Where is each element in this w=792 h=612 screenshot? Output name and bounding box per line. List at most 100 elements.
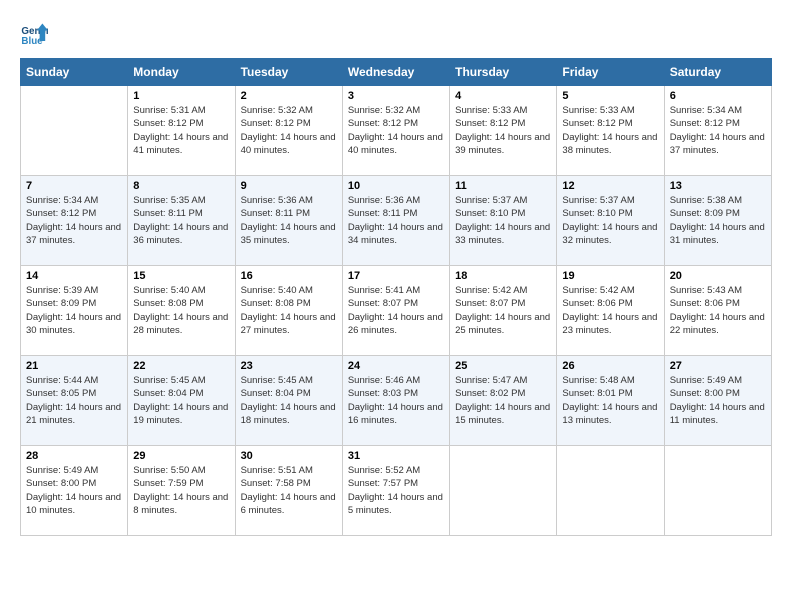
day-info: Sunrise: 5:32 AMSunset: 8:12 PMDaylight:… [348, 104, 444, 157]
logo: General Blue [20, 20, 52, 48]
calendar-cell: 18 Sunrise: 5:42 AMSunset: 8:07 PMDayligh… [450, 266, 557, 356]
day-info: Sunrise: 5:35 AMSunset: 8:11 PMDaylight:… [133, 194, 229, 247]
header-saturday: Saturday [664, 59, 771, 86]
day-info: Sunrise: 5:33 AMSunset: 8:12 PMDaylight:… [562, 104, 658, 157]
day-number: 5 [562, 90, 658, 102]
day-number: 12 [562, 180, 658, 192]
day-number: 14 [26, 270, 122, 282]
day-number: 6 [670, 90, 766, 102]
day-number: 26 [562, 360, 658, 372]
day-info: Sunrise: 5:44 AMSunset: 8:05 PMDaylight:… [26, 374, 122, 427]
page-header: General Blue [20, 20, 772, 48]
calendar-week-5: 28Sunrise: 5:49 AMSunset: 8:00 PMDayligh… [21, 446, 772, 536]
calendar-cell: 4 Sunrise: 5:33 AMSunset: 8:12 PMDaylight… [450, 86, 557, 176]
day-number: 22 [133, 360, 229, 372]
header-tuesday: Tuesday [235, 59, 342, 86]
calendar: SundayMondayTuesdayWednesdayThursdayFrid… [20, 58, 772, 536]
calendar-week-4: 21 Sunrise: 5:44 AMSunset: 8:05 PMDayligh… [21, 356, 772, 446]
day-info: Sunrise: 5:36 AMSunset: 8:11 PMDaylight:… [241, 194, 337, 247]
calendar-cell: 10 Sunrise: 5:36 AMSunset: 8:11 PMDayligh… [342, 176, 449, 266]
calendar-week-3: 14 Sunrise: 5:39 AMSunset: 8:09 PMDayligh… [21, 266, 772, 356]
day-info: Sunrise: 5:39 AMSunset: 8:09 PMDaylight:… [26, 284, 122, 337]
calendar-cell: 19Sunrise: 5:42 AMSunset: 8:06 PMDayligh… [557, 266, 664, 356]
day-info: Sunrise: 5:47 AMSunset: 8:02 PMDaylight:… [455, 374, 551, 427]
calendar-cell: 21 Sunrise: 5:44 AMSunset: 8:05 PMDayligh… [21, 356, 128, 446]
calendar-cell [557, 446, 664, 536]
day-number: 10 [348, 180, 444, 192]
day-number: 1 [133, 90, 229, 102]
calendar-cell [450, 446, 557, 536]
day-number: 24 [348, 360, 444, 372]
calendar-cell: 17 Sunrise: 5:41 AMSunset: 8:07 PMDayligh… [342, 266, 449, 356]
day-info: Sunrise: 5:42 AMSunset: 8:07 PMDaylight:… [455, 284, 551, 337]
calendar-cell: 15 Sunrise: 5:40 AMSunset: 8:08 PMDayligh… [128, 266, 235, 356]
header-monday: Monday [128, 59, 235, 86]
calendar-cell: 22 Sunrise: 5:45 AMSunset: 8:04 PMDayligh… [128, 356, 235, 446]
day-number: 2 [241, 90, 337, 102]
calendar-cell: 1 Sunrise: 5:31 AMSunset: 8:12 PMDaylight… [128, 86, 235, 176]
day-number: 16 [241, 270, 337, 282]
day-number: 20 [670, 270, 766, 282]
day-info: Sunrise: 5:43 AMSunset: 8:06 PMDaylight:… [670, 284, 766, 337]
calendar-cell: 28Sunrise: 5:49 AMSunset: 8:00 PMDayligh… [21, 446, 128, 536]
day-info: Sunrise: 5:41 AMSunset: 8:07 PMDaylight:… [348, 284, 444, 337]
calendar-cell: 27 Sunrise: 5:49 AMSunset: 8:00 PMDayligh… [664, 356, 771, 446]
day-info: Sunrise: 5:40 AMSunset: 8:08 PMDaylight:… [133, 284, 229, 337]
day-info: Sunrise: 5:36 AMSunset: 8:11 PMDaylight:… [348, 194, 444, 247]
calendar-cell: 24 Sunrise: 5:46 AMSunset: 8:03 PMDayligh… [342, 356, 449, 446]
day-number: 11 [455, 180, 551, 192]
calendar-cell: 20 Sunrise: 5:43 AMSunset: 8:06 PMDayligh… [664, 266, 771, 356]
header-friday: Friday [557, 59, 664, 86]
day-number: 17 [348, 270, 444, 282]
day-number: 18 [455, 270, 551, 282]
day-number: 4 [455, 90, 551, 102]
calendar-cell [664, 446, 771, 536]
day-number: 23 [241, 360, 337, 372]
day-number: 29 [133, 450, 229, 462]
day-info: Sunrise: 5:48 AMSunset: 8:01 PMDaylight:… [562, 374, 658, 427]
day-number: 8 [133, 180, 229, 192]
day-number: 15 [133, 270, 229, 282]
calendar-cell: 7 Sunrise: 5:34 AMSunset: 8:12 PMDaylight… [21, 176, 128, 266]
day-info: Sunrise: 5:51 AMSunset: 7:58 PMDaylight:… [241, 464, 337, 517]
calendar-cell: 8 Sunrise: 5:35 AMSunset: 8:11 PMDaylight… [128, 176, 235, 266]
calendar-week-1: 1 Sunrise: 5:31 AMSunset: 8:12 PMDaylight… [21, 86, 772, 176]
calendar-cell: 12Sunrise: 5:37 AMSunset: 8:10 PMDayligh… [557, 176, 664, 266]
day-info: Sunrise: 5:46 AMSunset: 8:03 PMDaylight:… [348, 374, 444, 427]
calendar-cell: 23Sunrise: 5:45 AMSunset: 8:04 PMDayligh… [235, 356, 342, 446]
day-info: Sunrise: 5:42 AMSunset: 8:06 PMDaylight:… [562, 284, 658, 337]
calendar-cell: 29Sunrise: 5:50 AMSunset: 7:59 PMDayligh… [128, 446, 235, 536]
day-number: 25 [455, 360, 551, 372]
day-number: 28 [26, 450, 122, 462]
header-thursday: Thursday [450, 59, 557, 86]
day-number: 21 [26, 360, 122, 372]
day-info: Sunrise: 5:52 AMSunset: 7:57 PMDaylight:… [348, 464, 444, 517]
day-info: Sunrise: 5:33 AMSunset: 8:12 PMDaylight:… [455, 104, 551, 157]
day-info: Sunrise: 5:37 AMSunset: 8:10 PMDaylight:… [455, 194, 551, 247]
day-info: Sunrise: 5:45 AMSunset: 8:04 PMDaylight:… [133, 374, 229, 427]
day-number: 31 [348, 450, 444, 462]
day-info: Sunrise: 5:34 AMSunset: 8:12 PMDaylight:… [26, 194, 122, 247]
calendar-week-2: 7 Sunrise: 5:34 AMSunset: 8:12 PMDaylight… [21, 176, 772, 266]
calendar-cell: 25 Sunrise: 5:47 AMSunset: 8:02 PMDayligh… [450, 356, 557, 446]
calendar-cell: 14 Sunrise: 5:39 AMSunset: 8:09 PMDayligh… [21, 266, 128, 356]
header-wednesday: Wednesday [342, 59, 449, 86]
header-sunday: Sunday [21, 59, 128, 86]
calendar-cell: 11 Sunrise: 5:37 AMSunset: 8:10 PMDayligh… [450, 176, 557, 266]
calendar-cell: 5 Sunrise: 5:33 AMSunset: 8:12 PMDaylight… [557, 86, 664, 176]
logo-icon: General Blue [20, 20, 48, 48]
calendar-cell: 26 Sunrise: 5:48 AMSunset: 8:01 PMDayligh… [557, 356, 664, 446]
day-info: Sunrise: 5:49 AMSunset: 8:00 PMDaylight:… [670, 374, 766, 427]
day-number: 27 [670, 360, 766, 372]
day-info: Sunrise: 5:32 AMSunset: 8:12 PMDaylight:… [241, 104, 337, 157]
day-info: Sunrise: 5:31 AMSunset: 8:12 PMDaylight:… [133, 104, 229, 157]
calendar-cell: 9 Sunrise: 5:36 AMSunset: 8:11 PMDaylight… [235, 176, 342, 266]
calendar-cell: 16Sunrise: 5:40 AMSunset: 8:08 PMDayligh… [235, 266, 342, 356]
day-info: Sunrise: 5:38 AMSunset: 8:09 PMDaylight:… [670, 194, 766, 247]
day-number: 7 [26, 180, 122, 192]
day-number: 13 [670, 180, 766, 192]
calendar-header-row: SundayMondayTuesdayWednesdayThursdayFrid… [21, 59, 772, 86]
day-number: 9 [241, 180, 337, 192]
calendar-cell: 13 Sunrise: 5:38 AMSunset: 8:09 PMDayligh… [664, 176, 771, 266]
calendar-cell: 3Sunrise: 5:32 AMSunset: 8:12 PMDaylight… [342, 86, 449, 176]
